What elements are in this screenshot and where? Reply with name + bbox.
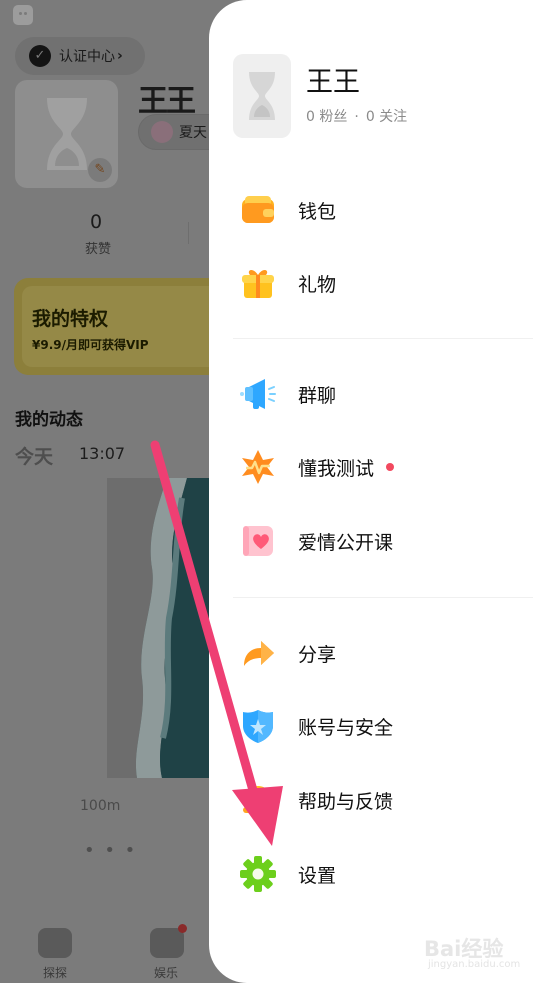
gear-icon xyxy=(240,856,276,892)
watermark-url: jingyan.baidu.com xyxy=(428,959,521,970)
new-badge-dot xyxy=(386,463,394,471)
menu-label-account-security: 账号与安全 xyxy=(298,716,394,739)
edit-avatar-icon[interactable]: ✎ xyxy=(88,158,112,182)
verify-center-label: 认证中心 xyxy=(59,49,115,65)
tab-entertainment-label[interactable]: 娱乐 xyxy=(154,964,178,981)
app-logo-icon xyxy=(13,5,33,25)
menu-label-help-feedback: 帮助与反馈 xyxy=(298,790,394,813)
following-count[interactable]: 0 关注 xyxy=(366,109,407,125)
menu-label-love-course: 爱情公开课 xyxy=(298,531,394,554)
menu-item-wallet[interactable]: 钱包 xyxy=(209,182,553,238)
menu-label-test: 懂我测试 xyxy=(298,457,375,480)
shield-icon xyxy=(243,710,273,743)
drawer-stats: 0 粉丝 · 0 关注 xyxy=(306,106,407,126)
profile-tag-label: 夏天 xyxy=(179,125,207,141)
vip-subtitle: ¥9.9/月即可获得VIP xyxy=(32,338,149,352)
menu-item-test[interactable]: 懂我测试 xyxy=(209,439,553,495)
post-more-button[interactable]: • • • xyxy=(84,840,137,861)
side-drawer: 王王 0 粉丝 · 0 关注 钱包 礼物 群聊 懂我测试 爱情公开课 分享 账号… xyxy=(209,0,553,983)
verified-check-icon: ✓ xyxy=(29,45,51,67)
explore-icon[interactable] xyxy=(38,928,72,958)
menu-item-share[interactable]: 分享 xyxy=(209,625,553,681)
test-star-icon xyxy=(242,450,274,484)
chevron-right-icon: › xyxy=(117,48,123,64)
share-arrow-icon xyxy=(244,641,274,666)
gift-icon xyxy=(242,270,274,298)
menu-item-group-chat[interactable]: 群聊 xyxy=(209,366,553,422)
post-distance: 100m xyxy=(80,798,121,814)
menu-label-settings: 设置 xyxy=(298,864,337,887)
menu-item-settings[interactable]: 设置 xyxy=(209,846,553,902)
menu-item-love-course[interactable]: 爱情公开课 xyxy=(209,513,553,569)
post-time: 13:07 xyxy=(79,444,126,463)
stat-divider xyxy=(188,222,189,244)
drawer-avatar[interactable] xyxy=(233,54,291,138)
megaphone-icon xyxy=(240,379,276,409)
menu-label-group-chat: 群聊 xyxy=(298,384,337,407)
menu-item-help-feedback[interactable]: 帮助与反馈 xyxy=(209,772,553,828)
today-label: 今天 xyxy=(15,446,54,468)
tab-explore-label[interactable]: 探探 xyxy=(43,964,67,981)
menu-label-gift: 礼物 xyxy=(298,273,337,296)
dynamics-title: 我的动态 xyxy=(15,410,83,430)
verify-center-button[interactable]: ✓ 认证中心 › xyxy=(15,37,145,75)
ice-cream-icon xyxy=(151,121,173,143)
fans-count[interactable]: 0 粉丝 xyxy=(306,109,347,125)
menu-divider xyxy=(233,597,533,598)
wallet-icon xyxy=(242,196,274,223)
menu-item-account-security[interactable]: 账号与安全 xyxy=(209,698,553,754)
menu-label-share: 分享 xyxy=(298,643,337,666)
play-icon[interactable] xyxy=(150,928,184,958)
heart-book-icon xyxy=(243,526,273,556)
stats-separator: · xyxy=(354,109,359,125)
drawer-user-name[interactable]: 王王 xyxy=(306,60,360,99)
vip-title: 我的特权 xyxy=(32,308,109,330)
hourglass-icon xyxy=(249,72,275,120)
menu-label-wallet: 钱包 xyxy=(298,200,337,223)
likes-count: 0 xyxy=(90,211,103,233)
notification-dot xyxy=(178,924,187,933)
profile-avatar[interactable]: ✎ xyxy=(15,80,118,188)
menu-item-gift[interactable]: 礼物 xyxy=(209,255,553,311)
hourglass-icon xyxy=(47,98,87,170)
help-bubble-icon xyxy=(243,786,273,813)
menu-divider xyxy=(233,338,533,339)
likes-label: 获赞 xyxy=(85,242,112,257)
